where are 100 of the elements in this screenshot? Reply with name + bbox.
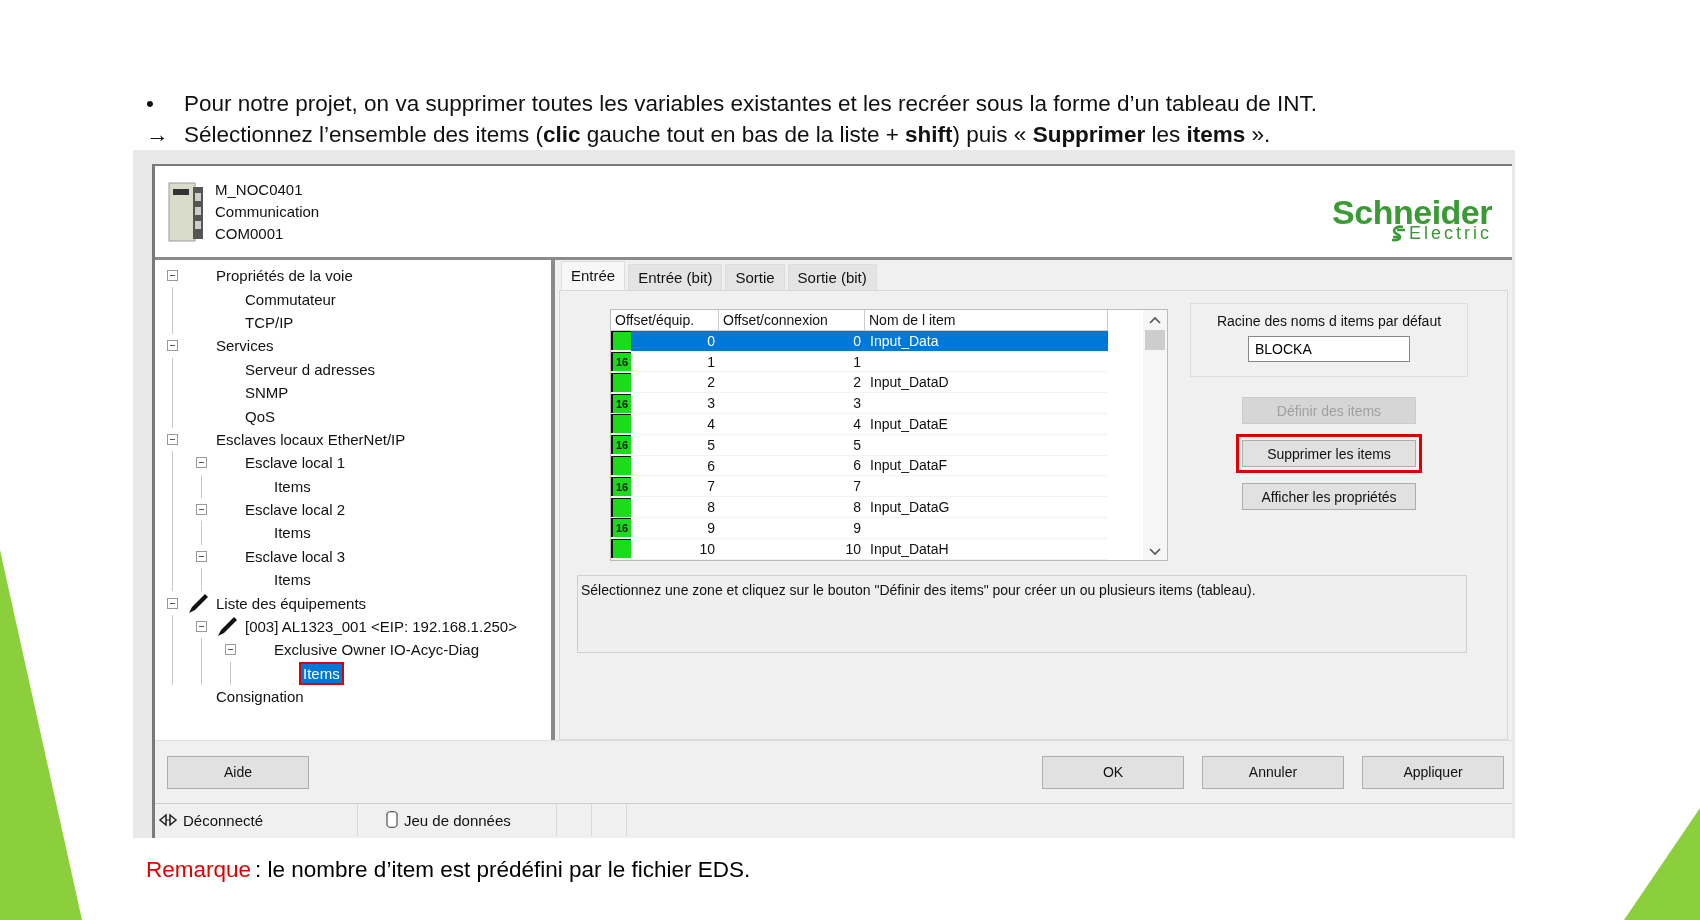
dialog-button[interactable]: Annuler [1202, 755, 1344, 789]
tab[interactable]: Sortie [725, 264, 785, 290]
tree-item[interactable]: Consignation [214, 687, 306, 707]
connection-icon [159, 813, 177, 827]
size-badge: 16 [611, 476, 631, 496]
table-cell: 8 [719, 497, 865, 518]
tree-item[interactable]: QoS [243, 406, 277, 426]
tree-item[interactable]: Items [272, 476, 313, 496]
tree-item[interactable]: [003] AL1323_001 <EIP: 192.168.1.250> [243, 617, 519, 637]
table-cell-text: 10 [698, 539, 716, 559]
dialog-button[interactable]: Appliquer [1362, 755, 1504, 789]
tree-item[interactable]: Esclave local 2 [243, 500, 348, 520]
table-cell: 5 [719, 434, 865, 456]
table-cell-text: 5 [706, 435, 716, 455]
logo-swirl-icon [1389, 223, 1407, 242]
tree-item[interactable]: Propriétés de la voie [214, 266, 355, 286]
dialog-button[interactable]: OK [1042, 755, 1184, 789]
collapse-icon[interactable] [225, 644, 236, 656]
table-cell-text: 7 [706, 477, 716, 497]
collapse-icon[interactable] [167, 433, 178, 445]
scrollbar-thumb[interactable] [1145, 330, 1165, 350]
table-cell: Input_DataH [865, 538, 1108, 560]
tree-item[interactable]: Items [272, 523, 313, 543]
tab[interactable]: Entrée (bit) [628, 264, 723, 290]
column-header[interactable]: Offset/équip. [611, 310, 719, 331]
action-button[interactable]: Afficher les propriétés [1242, 483, 1416, 510]
column-header[interactable]: Nom de l item [865, 310, 1108, 331]
status-swatch [611, 539, 631, 559]
table-cell: 1 [719, 351, 865, 373]
status-swatch [611, 497, 631, 517]
text-field[interactable]: BLOCKA [1248, 336, 1410, 362]
database-icon [386, 811, 398, 829]
collapse-icon[interactable] [196, 621, 207, 633]
table-cell-text: 1 [706, 352, 716, 372]
bullet-mark: • [146, 90, 155, 118]
instruction-text: Pour notre projet, on va supprimer toutes les variables existantes et les recréer sous la forme d’un tableau de INT. [184, 90, 1318, 118]
table-cell: 7 [719, 476, 865, 498]
status-text: Déconnecté [183, 811, 264, 829]
tab[interactable]: Entrée [561, 261, 626, 290]
table-cell-text: 8 [706, 498, 716, 517]
bullet-mark: → [146, 121, 170, 149]
collapse-icon[interactable] [196, 504, 207, 516]
status-swatch [611, 331, 631, 351]
tree-item[interactable]: TCP/IP [243, 312, 296, 332]
scroll-up-icon[interactable] [1149, 316, 1161, 324]
table-cell: Input_Data [865, 330, 1108, 352]
collapse-icon[interactable] [167, 597, 178, 609]
module-label: Communication [215, 201, 320, 222]
table-cell: Input_DataD [865, 372, 1108, 394]
tree-item[interactable]: Esclaves locaux EtherNet/IP [214, 429, 408, 449]
tree-item[interactable]: SNMP [243, 383, 291, 403]
size-badge: 16 [611, 435, 631, 455]
table-cell: 2 [719, 372, 865, 394]
scrollbar[interactable] [1143, 310, 1167, 560]
remark-text: : le nombre d’item est prédéfini par le fichier EDS. [255, 857, 751, 882]
hint-text: Sélectionnez une zone et cliquez sur le bouton "Définir des items" pour créer un ou plusieurs items (tableau). [577, 575, 1467, 653]
tab[interactable]: Sortie (bit) [787, 264, 877, 290]
status-swatch [611, 414, 631, 434]
tree-item[interactable]: Items [272, 570, 313, 590]
scroll-down-icon[interactable] [1149, 548, 1161, 556]
tree-item[interactable]: Serveur d adresses [243, 359, 378, 379]
table-cell: Input_DataE [865, 414, 1108, 435]
collapse-icon[interactable] [167, 340, 178, 352]
tree-item[interactable]: Commutateur [243, 289, 338, 309]
tree-item[interactable]: Esclave local 1 [243, 453, 348, 473]
table-cell-text: 6 [706, 456, 716, 476]
table-cell-text: 3 [706, 394, 716, 413]
tree-item[interactable]: Exclusive Owner IO-Acyc-Diag [272, 640, 482, 660]
tree-item[interactable]: Esclave local 3 [243, 546, 348, 566]
size-badge: 16 [611, 518, 631, 538]
remark-label: Remarque [146, 857, 252, 882]
tree-item[interactable]: Services [214, 336, 276, 356]
action-button[interactable]: Supprimer les items [1242, 440, 1416, 467]
table-cell-text: 4 [706, 415, 716, 434]
table-cell: 3 [719, 393, 865, 414]
size-badge: 16 [611, 393, 631, 413]
status-text: Jeu de données [404, 811, 511, 829]
tree-item[interactable]: Items [301, 663, 342, 683]
status-swatch [611, 372, 631, 392]
table-cell: 9 [719, 517, 865, 539]
tree-item[interactable]: Liste des équipements [214, 593, 369, 613]
module-icon [167, 180, 205, 243]
collapse-icon[interactable] [196, 457, 207, 469]
table-cell: 4 [719, 414, 865, 435]
column-header[interactable]: Offset/connexion [719, 310, 865, 331]
table-cell: 0 [631, 330, 719, 351]
help-button[interactable]: Aide [167, 755, 309, 789]
table-cell-text: 9 [706, 518, 716, 538]
table-cell: Input_DataF [865, 455, 1108, 477]
table-cell: 0 [719, 330, 865, 352]
module-label: M_NOC0401 [215, 179, 304, 200]
collapse-icon[interactable] [167, 270, 178, 282]
group-label: Racine des noms d items par défaut [1216, 312, 1442, 330]
table-cell: 10 [719, 538, 865, 560]
module-label: COM0001 [215, 223, 285, 244]
table-cell: 6 [719, 455, 865, 477]
table-cell-text: 2 [706, 373, 716, 393]
instruction-text: Sélectionnez l’ensemble des items (clic gauche tout en bas de la liste + shift) puis « Supprimer les items ». [184, 121, 1271, 149]
collapse-icon[interactable] [196, 550, 207, 562]
table-cell: Input_DataG [865, 497, 1108, 518]
